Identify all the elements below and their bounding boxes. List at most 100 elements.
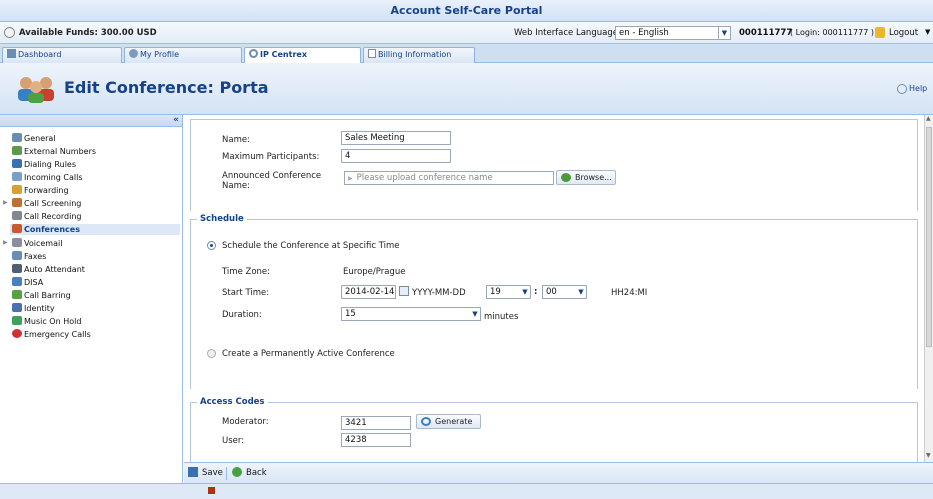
back-button[interactable]: Back	[232, 467, 267, 480]
minute-select[interactable]: 00 ▼	[542, 285, 587, 299]
time-zone-label: Time Zone:	[222, 267, 271, 277]
sidebar-item-incoming-calls[interactable]: Incoming Calls	[12, 172, 83, 183]
auto-attendant-icon	[12, 264, 22, 273]
emergency-icon	[12, 329, 22, 338]
tab-billing-information[interactable]: Billing Information	[363, 47, 475, 63]
forwarding-icon	[12, 185, 22, 194]
scroll-down-icon[interactable]: ▼	[926, 452, 931, 459]
help-link[interactable]: Help	[909, 84, 927, 93]
announced-name-label-2: Name:	[222, 181, 250, 191]
user-code-field[interactable]: 4238	[341, 433, 411, 447]
sidebar: « General External Numbers Dialing Rules…	[0, 115, 183, 499]
sidebar-item-label: Music On Hold	[24, 317, 82, 326]
start-time-label: Start Time:	[222, 288, 270, 298]
sidebar-item-forwarding[interactable]: Forwarding	[12, 185, 69, 196]
main-content: Name: Sales Meeting Maximum Participants…	[184, 115, 924, 462]
sidebar-collapse-button[interactable]: «	[173, 115, 179, 125]
fax-icon	[12, 251, 22, 260]
tab-ip-centrex[interactable]: IP Centrex	[244, 47, 361, 64]
sidebar-item-identity[interactable]: Identity	[12, 303, 55, 314]
tab-dashboard[interactable]: Dashboard	[2, 47, 122, 63]
sidebar-item-label: Incoming Calls	[24, 173, 83, 182]
scroll-up-icon[interactable]: ▲	[926, 115, 931, 122]
page-header: Edit Conference: Porta Help	[0, 63, 933, 115]
tab-label: Dashboard	[18, 50, 62, 59]
tab-label: Billing Information	[378, 50, 452, 59]
sidebar-item-label: External Numbers	[24, 147, 97, 156]
sidebar-item-label: DISA	[24, 278, 44, 287]
sidebar-item-auto-attendant[interactable]: Auto Attendant	[12, 264, 85, 275]
sidebar-item-label: Call Recording	[24, 212, 82, 221]
sidebar-item-label: Call Screening	[24, 199, 82, 208]
sidebar-item-call-barring[interactable]: Call Barring	[12, 290, 71, 301]
sidebar-item-disa[interactable]: DISA	[12, 277, 43, 288]
upload-placeholder: Please upload conference name	[356, 173, 493, 183]
save-button[interactable]: Save	[188, 467, 223, 480]
sidebar-item-label: Dialing Rules	[24, 160, 77, 169]
sidebar-item-dialing-rules[interactable]: Dialing Rules	[12, 159, 76, 170]
generate-label: Generate	[435, 417, 473, 426]
sidebar-item-music-on-hold[interactable]: Music On Hold	[12, 316, 81, 327]
gear-icon	[12, 133, 22, 142]
sidebar-item-general[interactable]: General	[12, 133, 56, 144]
back-label: Back	[246, 468, 267, 478]
moderator-label: Moderator:	[222, 417, 269, 427]
generate-button[interactable]: Generate	[416, 414, 481, 429]
schedule-specific-label[interactable]: Schedule the Conference at Specific Time	[222, 241, 400, 251]
sidebar-item-label: Call Barring	[24, 291, 71, 300]
chevron-down-icon: ▼	[522, 288, 528, 296]
duration-select[interactable]: 15 ▼	[341, 307, 481, 321]
language-select[interactable]: en - English ▼	[615, 26, 731, 40]
name-field[interactable]: Sales Meeting	[341, 131, 451, 145]
call-barring-icon	[12, 290, 22, 299]
sidebar-item-conferences[interactable]: Conferences	[10, 224, 180, 235]
login-info: ( Login: 000111777 )	[790, 28, 874, 37]
sidebar-item-call-recording[interactable]: Call Recording	[12, 211, 82, 222]
logout-link[interactable]: Logout	[889, 28, 918, 38]
info-bar: Available Funds: 300.00 USD Web Interfac…	[0, 22, 933, 44]
tab-my-profile[interactable]: My Profile	[124, 47, 242, 63]
schedule-permanent-radio[interactable]	[207, 349, 216, 358]
chevron-down-icon: ▼	[578, 288, 584, 296]
account-number: 000111777	[739, 28, 793, 38]
date-format-hint: YYYY-MM-DD	[412, 288, 466, 298]
floppy-disk-icon	[188, 467, 198, 477]
language-label: Web Interface Language:	[514, 28, 621, 38]
browse-button[interactable]: Browse...	[556, 170, 616, 185]
help-icon[interactable]	[897, 84, 907, 94]
chevron-down-icon: ▼	[718, 27, 730, 39]
schedule-legend: Schedule	[197, 214, 247, 224]
sidebar-item-label: General	[24, 134, 56, 143]
schedule-permanent-label[interactable]: Create a Permanently Active Conference	[222, 349, 395, 359]
profile-icon	[129, 49, 138, 58]
sidebar-item-emergency-calls[interactable]: Emergency Calls	[12, 329, 91, 340]
identity-icon	[12, 303, 22, 312]
start-date-field[interactable]: 2014-02-14	[341, 285, 396, 299]
scroll-thumb[interactable]	[926, 127, 932, 347]
sidebar-item-faxes[interactable]: Faxes	[12, 251, 46, 262]
sidebar-item-label: Conferences	[24, 225, 80, 234]
expand-arrow-icon[interactable]: ▶	[3, 239, 8, 246]
max-participants-label: Maximum Participants:	[222, 152, 320, 162]
content-scrollbar[interactable]: ▲ ▼	[924, 115, 933, 462]
expand-arrow-icon[interactable]: ▶	[3, 199, 8, 206]
chevron-down-icon: ▼	[472, 310, 478, 318]
funds-icon	[4, 27, 15, 38]
logout-menu-icon[interactable]: ▼	[925, 28, 930, 36]
calendar-icon[interactable]	[399, 286, 409, 296]
hour-value: 19	[490, 287, 501, 297]
toolbar-divider	[226, 467, 227, 480]
announced-name-label-1: Announced Conference	[222, 171, 322, 181]
sidebar-item-call-screening[interactable]: Call Screening	[12, 198, 81, 209]
schedule-specific-radio[interactable]	[207, 241, 216, 250]
sidebar-item-label: Auto Attendant	[24, 265, 85, 274]
upload-conference-name-field[interactable]: ▶ Please upload conference name	[344, 171, 554, 185]
sidebar-item-external-numbers[interactable]: External Numbers	[12, 146, 96, 157]
hour-select[interactable]: 19 ▼	[486, 285, 531, 299]
max-participants-field[interactable]: 4	[341, 149, 451, 163]
voicemail-icon	[12, 238, 22, 247]
play-icon[interactable]: ▶	[348, 175, 353, 182]
moderator-code-field[interactable]: 3421	[341, 416, 411, 430]
language-value: en - English	[619, 28, 669, 38]
sidebar-item-voicemail[interactable]: Voicemail	[12, 238, 62, 249]
